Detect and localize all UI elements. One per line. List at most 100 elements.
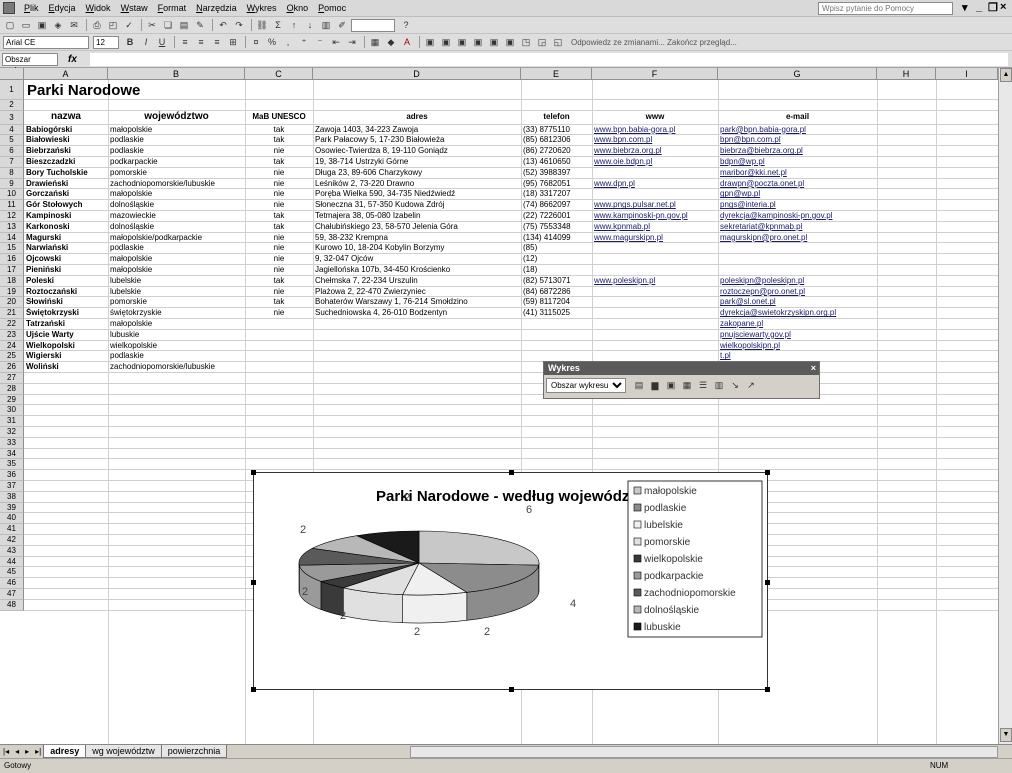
cell-nazwa[interactable]: Biebrzański: [24, 146, 108, 156]
row-header[interactable]: 48: [0, 599, 24, 611]
cell-adres[interactable]: Jagiellońska 107b, 34-450 Krościenko: [313, 265, 521, 275]
paste-icon[interactable]: ▤: [177, 19, 191, 32]
sort-ascending-icon[interactable]: ↑: [287, 19, 301, 32]
row-header[interactable]: 29: [0, 394, 24, 406]
scroll-up-icon[interactable]: ▲: [1000, 68, 1012, 82]
cell-wojewodztwo[interactable]: podlaskie: [108, 243, 245, 253]
decrease-indent-icon[interactable]: ⇤: [329, 36, 343, 49]
cell-www[interactable]: [592, 297, 718, 307]
row-header[interactable]: 32: [0, 427, 24, 438]
row-header[interactable]: 47: [0, 589, 24, 600]
cell-adres[interactable]: Leśników 2, 73-220 Drawno: [313, 179, 521, 189]
cell-telefon[interactable]: (95) 7682051: [521, 179, 592, 189]
cell-mab[interactable]: nie: [245, 243, 313, 253]
cell-www[interactable]: www.dpn.pl: [592, 179, 718, 189]
cell-mab[interactable]: [245, 362, 313, 372]
cell-email[interactable]: wielkopolskipn.pl: [718, 341, 877, 351]
review-icon-5[interactable]: ▣: [487, 36, 501, 49]
data-label[interactable]: 6: [526, 504, 532, 516]
align-center-icon[interactable]: ≡: [194, 36, 208, 49]
cell-nazwa[interactable]: Białowieski: [24, 135, 108, 145]
header-telefon[interactable]: telefon: [521, 111, 592, 123]
cell-mab[interactable]: nie: [245, 200, 313, 210]
legend-entry[interactable]: wielkopolskie: [643, 554, 703, 565]
cell-nazwa[interactable]: Ojcowski: [24, 254, 108, 264]
cell-wojewodztwo[interactable]: podlaskie: [108, 351, 245, 361]
row-header[interactable]: 22: [0, 319, 24, 330]
align-left-icon[interactable]: ≡: [178, 36, 192, 49]
data-label[interactable]: 2: [302, 586, 308, 598]
sort-descending-icon[interactable]: ↓: [303, 19, 317, 32]
row-header[interactable]: 38: [0, 491, 24, 503]
cell-adres[interactable]: Tetmajera 38, 05-080 Izabelin: [313, 211, 521, 221]
fill-color-icon[interactable]: ◆: [384, 36, 398, 49]
cell-wojewodztwo[interactable]: podlaskie: [108, 146, 245, 156]
sheet-title[interactable]: Parki Narodowe: [27, 82, 140, 99]
tab-first-icon[interactable]: |◂: [0, 747, 12, 756]
cell-email[interactable]: poleskipn@poleskipn.pl: [718, 276, 877, 286]
cell-mab[interactable]: tak: [245, 222, 313, 232]
cell-email[interactable]: park@bpn.babia-gora.pl: [718, 125, 877, 135]
cell-wojewodztwo[interactable]: lubelskie: [108, 276, 245, 286]
email-icon[interactable]: ✉: [67, 19, 81, 32]
cell-nazwa[interactable]: Babiogórski: [24, 125, 108, 135]
cell-nazwa[interactable]: Wielkopolski: [24, 341, 108, 351]
cell-mab[interactable]: nie: [245, 189, 313, 199]
cell-www[interactable]: [592, 243, 718, 253]
cell-telefon[interactable]: (18) 3317207: [521, 189, 592, 199]
cell-nazwa[interactable]: Poleski: [24, 276, 108, 286]
restore-icon[interactable]: _: [976, 1, 982, 13]
row-header[interactable]: 17: [0, 265, 24, 276]
legend-entry[interactable]: zachodniopomorskie: [644, 588, 736, 599]
menu-pomoc[interactable]: Pomoc: [313, 3, 351, 13]
cell-telefon[interactable]: (13) 4610650: [521, 157, 592, 167]
comma-style-icon[interactable]: ,: [281, 36, 295, 49]
cell-www[interactable]: [592, 351, 718, 361]
data-label[interactable]: 2: [414, 626, 420, 638]
row-header[interactable]: 9: [0, 178, 24, 190]
cell-mab[interactable]: nie: [245, 308, 313, 318]
align-right-icon[interactable]: ≡: [210, 36, 224, 49]
cell-wojewodztwo[interactable]: podkarpackie: [108, 157, 245, 167]
cell-mab[interactable]: tak: [245, 157, 313, 167]
column-header-c[interactable]: C: [245, 68, 313, 80]
row-header[interactable]: 1: [0, 80, 24, 100]
cell-nazwa[interactable]: Narwiański: [24, 243, 108, 253]
header-nazwa[interactable]: nazwa: [24, 111, 108, 123]
review-icon-1[interactable]: ▣: [423, 36, 437, 49]
data-label[interactable]: 4: [570, 598, 576, 610]
chart-toolbar-close-icon[interactable]: ×: [811, 362, 816, 375]
cell-adres[interactable]: Chałubińskiego 23, 58-570 Jelenia Góra: [313, 222, 521, 232]
cell-mab[interactable]: nie: [245, 254, 313, 264]
undo-icon[interactable]: ↶: [216, 19, 230, 32]
cell-nazwa[interactable]: Kampinoski: [24, 211, 108, 221]
menu-okno[interactable]: Okno: [282, 3, 314, 13]
cell-www[interactable]: [592, 287, 718, 297]
row-header[interactable]: 36: [0, 470, 24, 481]
cell-wojewodztwo[interactable]: podlaskie: [108, 135, 245, 145]
cell-email[interactable]: [718, 254, 877, 264]
cell-www[interactable]: www.kampinoski-pn.gov.pl: [592, 211, 718, 221]
cell-wojewodztwo[interactable]: małopolskie: [108, 319, 245, 329]
cell-nazwa[interactable]: Pieniński: [24, 265, 108, 275]
cell-nazwa[interactable]: Bory Tucholskie: [24, 168, 108, 178]
cell-email[interactable]: t.pl: [718, 351, 877, 361]
tab-powierzchnia[interactable]: powierzchnia: [160, 745, 228, 758]
cell-mab[interactable]: tak: [245, 211, 313, 221]
increase-decimal-icon[interactable]: ⁺: [297, 36, 311, 49]
cell-www[interactable]: [592, 189, 718, 199]
cell-mab[interactable]: [245, 330, 313, 340]
format-chart-area-icon[interactable]: ▤: [632, 379, 646, 392]
cell-email[interactable]: roztoczepn@pro.onet.pl: [718, 287, 877, 297]
cell-mab[interactable]: [245, 351, 313, 361]
cell-www[interactable]: [592, 319, 718, 329]
column-header-d[interactable]: D: [313, 68, 521, 80]
cell-email[interactable]: dyrekcja@swietokrzyskipn.org.pl: [718, 308, 877, 318]
menu-wykres[interactable]: Wykres: [242, 3, 282, 13]
cell-telefon[interactable]: (84) 6872286: [521, 287, 592, 297]
row-header[interactable]: 46: [0, 578, 24, 589]
data-table-icon[interactable]: ▦: [680, 379, 694, 392]
row-header[interactable]: 45: [0, 567, 24, 579]
column-header-e[interactable]: E: [521, 68, 592, 80]
row-header[interactable]: 12: [0, 211, 24, 222]
